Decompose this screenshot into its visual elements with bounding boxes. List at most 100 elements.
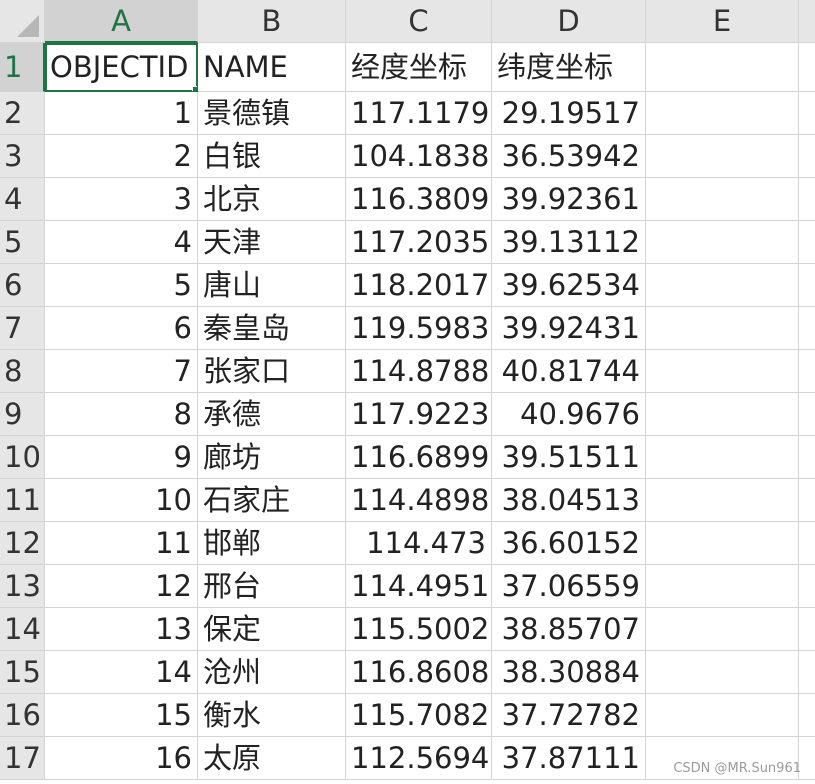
row-header[interactable]: 13 <box>0 565 45 608</box>
cell-f[interactable] <box>799 608 815 651</box>
cell-a[interactable]: 2 <box>45 135 198 178</box>
row-header[interactable]: 5 <box>0 221 45 264</box>
cell-f[interactable] <box>799 694 815 737</box>
cell-b[interactable]: 承德 <box>198 393 346 436</box>
cell-d[interactable]: 38.30884 <box>492 651 646 694</box>
cell-e[interactable] <box>646 651 799 694</box>
cell-c[interactable]: 104.1838 <box>346 135 492 178</box>
cell-e[interactable] <box>646 307 799 350</box>
cell-c[interactable]: 116.6899 <box>346 436 492 479</box>
row-header[interactable]: 10 <box>0 436 45 479</box>
cell-e[interactable] <box>646 565 799 608</box>
column-header-e[interactable]: E <box>646 0 799 43</box>
select-all-corner[interactable] <box>0 0 45 43</box>
row-header[interactable]: 8 <box>0 350 45 393</box>
column-header-d[interactable]: D <box>492 0 646 43</box>
cell-d[interactable]: 40.81744 <box>492 350 646 393</box>
cell-b[interactable]: 唐山 <box>198 264 346 307</box>
cell-f1[interactable] <box>799 43 815 92</box>
cell-f[interactable] <box>799 522 815 565</box>
cell-e[interactable] <box>646 178 799 221</box>
cell-d[interactable]: 39.51511 <box>492 436 646 479</box>
cell-e[interactable] <box>646 436 799 479</box>
cell-e1[interactable] <box>646 43 799 92</box>
cell-c[interactable]: 114.473 <box>346 522 492 565</box>
cell-d[interactable]: 37.87111 <box>492 737 646 780</box>
cell-f[interactable] <box>799 264 815 307</box>
cell-e[interactable] <box>646 264 799 307</box>
row-header[interactable]: 17 <box>0 737 45 780</box>
row-header[interactable]: 16 <box>0 694 45 737</box>
cell-a[interactable]: 5 <box>45 264 198 307</box>
cell-e[interactable] <box>646 479 799 522</box>
cell-c[interactable]: 118.2017 <box>346 264 492 307</box>
cell-e[interactable] <box>646 694 799 737</box>
cell-e[interactable] <box>646 221 799 264</box>
cell-f[interactable] <box>799 92 815 135</box>
cell-d[interactable]: 39.13112 <box>492 221 646 264</box>
cell-d[interactable]: 40.9676 <box>492 393 646 436</box>
cell-b[interactable]: 张家口 <box>198 350 346 393</box>
cell-a[interactable]: 1 <box>45 92 198 135</box>
cell-f[interactable] <box>799 393 815 436</box>
cell-a[interactable]: 14 <box>45 651 198 694</box>
cell-b[interactable]: 景德镇 <box>198 92 346 135</box>
cell-a[interactable]: 3 <box>45 178 198 221</box>
column-header-b[interactable]: B <box>198 0 346 43</box>
cell-a[interactable]: 13 <box>45 608 198 651</box>
row-header[interactable]: 14 <box>0 608 45 651</box>
cell-d[interactable]: 36.60152 <box>492 522 646 565</box>
cell-c[interactable]: 119.5983 <box>346 307 492 350</box>
cell-f[interactable] <box>799 178 815 221</box>
cell-c[interactable]: 117.2035 <box>346 221 492 264</box>
column-header-f-partial[interactable] <box>799 0 815 43</box>
cell-d[interactable]: 38.85707 <box>492 608 646 651</box>
cell-b1[interactable]: NAME <box>198 43 346 92</box>
cell-c[interactable]: 117.9223 <box>346 393 492 436</box>
row-header[interactable]: 7 <box>0 307 45 350</box>
cell-d[interactable]: 37.06559 <box>492 565 646 608</box>
cell-b[interactable]: 石家庄 <box>198 479 346 522</box>
cell-a[interactable]: 8 <box>45 393 198 436</box>
cell-d[interactable]: 37.72782 <box>492 694 646 737</box>
cell-d[interactable]: 39.92431 <box>492 307 646 350</box>
cell-b[interactable]: 邯郸 <box>198 522 346 565</box>
cell-b[interactable]: 秦皇岛 <box>198 307 346 350</box>
cell-e[interactable] <box>646 135 799 178</box>
cell-a[interactable]: 11 <box>45 522 198 565</box>
cell-b[interactable]: 廊坊 <box>198 436 346 479</box>
cell-d[interactable]: 39.92361 <box>492 178 646 221</box>
cell-c1[interactable]: 经度坐标 <box>346 43 492 92</box>
cell-f[interactable] <box>799 565 815 608</box>
cell-a[interactable]: 16 <box>45 737 198 780</box>
cell-b[interactable]: 邢台 <box>198 565 346 608</box>
cell-f[interactable] <box>799 651 815 694</box>
cell-b[interactable]: 沧州 <box>198 651 346 694</box>
cell-a[interactable]: 9 <box>45 436 198 479</box>
column-header-a[interactable]: A <box>45 0 198 43</box>
cell-f[interactable] <box>799 307 815 350</box>
row-header[interactable]: 6 <box>0 264 45 307</box>
cell-a[interactable]: 15 <box>45 694 198 737</box>
cell-d[interactable]: 29.19517 <box>492 92 646 135</box>
cell-a[interactable]: 10 <box>45 479 198 522</box>
cell-c[interactable]: 116.3809 <box>346 178 492 221</box>
cell-a[interactable]: 4 <box>45 221 198 264</box>
cell-f[interactable] <box>799 737 815 780</box>
cell-e[interactable] <box>646 350 799 393</box>
cell-e[interactable] <box>646 608 799 651</box>
cell-f[interactable] <box>799 479 815 522</box>
row-header[interactable]: 3 <box>0 135 45 178</box>
cell-b[interactable]: 天津 <box>198 221 346 264</box>
cell-c[interactable]: 112.5694 <box>346 737 492 780</box>
cell-f[interactable] <box>799 436 815 479</box>
cell-c[interactable]: 117.1179 <box>346 92 492 135</box>
cell-a1[interactable]: OBJECTID <box>45 43 198 92</box>
cell-e[interactable] <box>646 92 799 135</box>
cell-e[interactable] <box>646 522 799 565</box>
row-header[interactable]: 11 <box>0 479 45 522</box>
row-header[interactable]: 9 <box>0 393 45 436</box>
cell-d1[interactable]: 纬度坐标 <box>492 43 646 92</box>
cell-b[interactable]: 北京 <box>198 178 346 221</box>
cell-c[interactable]: 114.8788 <box>346 350 492 393</box>
